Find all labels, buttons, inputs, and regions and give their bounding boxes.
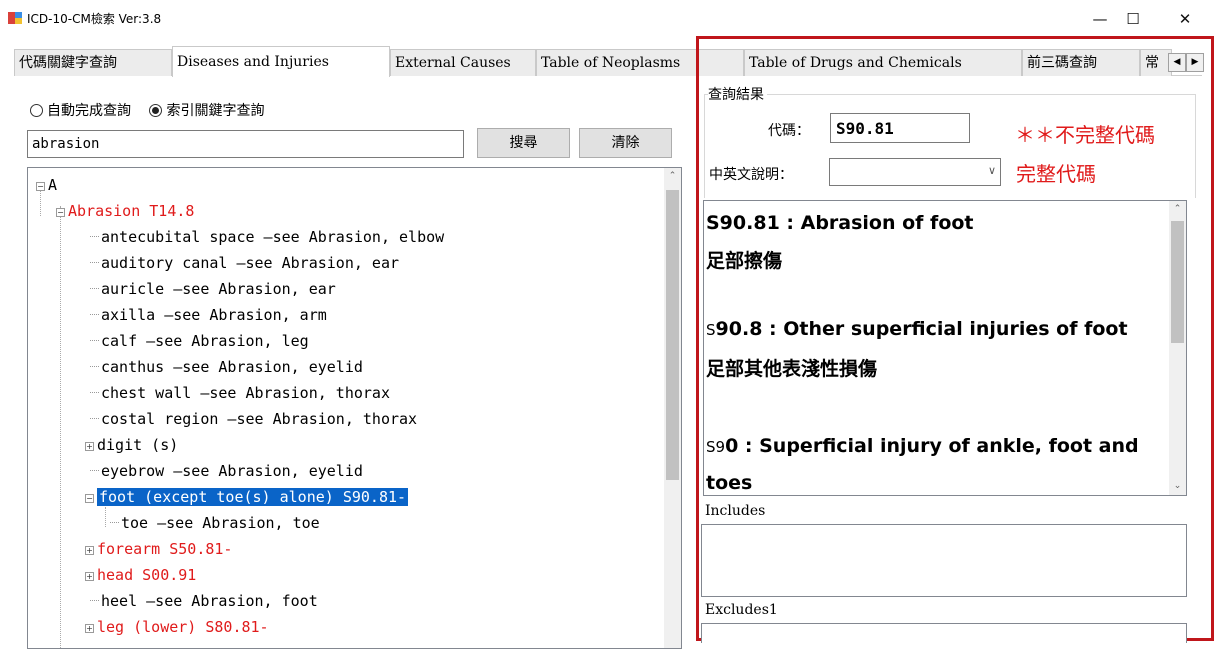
scrollbar-thumb[interactable]: [666, 190, 679, 480]
tree-row-label: axilla —see Abrasion, arm: [101, 306, 327, 324]
desc-line-zh: 足部擦傷: [706, 250, 783, 272]
expand-icon[interactable]: +: [85, 624, 94, 633]
index-tree[interactable]: − A − Abrasion T14.8 antecubital space —se…: [27, 167, 682, 649]
excludes1-label: Excludes1: [705, 602, 778, 618]
scrollbar-thumb[interactable]: [1171, 221, 1184, 343]
tree-row-leg[interactable]: + leg (lower) S80.81-: [85, 617, 269, 637]
excludes1-textbox[interactable]: [701, 623, 1187, 643]
search-mode-group: 自動完成查詢 索引關鍵字查詢: [30, 100, 264, 120]
radio-autocomplete-label: 自動完成查詢: [47, 103, 131, 119]
annotation-complete-code: 完整代碼: [1016, 162, 1096, 186]
radio-index-label: 索引關鍵字查詢: [166, 103, 265, 119]
tab-external-causes[interactable]: External Causes: [390, 49, 536, 76]
expand-icon[interactable]: +: [85, 442, 94, 451]
tree-row-label: auricle —see Abrasion, ear: [101, 280, 336, 298]
collapse-icon[interactable]: −: [85, 494, 94, 503]
radio-empty-icon: [30, 104, 43, 117]
tree-row-digit[interactable]: + digit (s): [85, 435, 178, 455]
tree-row[interactable]: axilla —see Abrasion, arm: [90, 305, 327, 325]
tree-row[interactable]: eyebrow —see Abrasion, eyelid: [90, 461, 363, 481]
tree-row-label: foot (except toe(s) alone) S90.81-: [97, 488, 409, 506]
tab-code-keyword[interactable]: 代碼關鍵字查詢: [14, 49, 172, 76]
expand-icon[interactable]: +: [85, 572, 94, 581]
title-bar: ICD-10-CM檢索 Ver:3.8 — ☐ ✕: [0, 0, 1215, 34]
tree-row[interactable]: costal region —see Abrasion, thorax: [90, 409, 417, 429]
tree-row[interactable]: auricle —see Abrasion, ear: [90, 279, 336, 299]
tree-row-head[interactable]: + head S00.91: [85, 565, 196, 585]
tree-row-label: digit (s): [97, 436, 179, 454]
tree-row-label: heel —see Abrasion, foot: [101, 592, 318, 610]
tree-row[interactable]: chest wall —see Abrasion, thorax: [90, 383, 390, 403]
radio-autocomplete[interactable]: 自動完成查詢: [30, 103, 131, 119]
tree-row[interactable]: canthus —see Abrasion, eyelid: [90, 357, 363, 377]
result-group-title: 查詢結果: [708, 84, 767, 104]
desc-line-en: S90 : Superficial injury of ankle, foot …: [706, 435, 1139, 457]
radio-index-keyword[interactable]: 索引關鍵字查詢: [149, 103, 264, 119]
description-scrollbar[interactable]: ⌃ ⌄: [1169, 201, 1186, 495]
scroll-down-icon[interactable]: ⌄: [1169, 478, 1186, 495]
tree-row-label: antecubital space —see Abrasion, elbow: [101, 228, 445, 246]
close-button[interactable]: ✕: [1165, 6, 1205, 32]
annotation-incomplete-code: ＊＊不完整代碼: [1015, 123, 1155, 147]
code-label: 代碼：: [768, 123, 810, 139]
tree-row-label: calf —see Abrasion, leg: [101, 332, 309, 350]
tree-scrollbar[interactable]: ⌃: [664, 168, 681, 648]
expand-icon[interactable]: +: [85, 546, 94, 555]
collapse-icon[interactable]: −: [36, 182, 45, 191]
includes-label: Includes: [705, 503, 766, 519]
tree-row-label: toe —see Abrasion, toe: [121, 514, 320, 532]
description-dropdown[interactable]: ∨: [829, 158, 1001, 186]
scroll-up-icon[interactable]: ⌃: [664, 168, 681, 185]
tree-row-root[interactable]: − A: [36, 175, 57, 195]
scroll-up-icon[interactable]: ⌃: [1169, 201, 1186, 218]
tree-row-label: auditory canal —see Abrasion, ear: [101, 254, 400, 272]
description-textbox[interactable]: S90.81 : Abrasion of foot 足部擦傷 S90.8 : O…: [703, 200, 1187, 496]
tree-row[interactable]: auditory canal —see Abrasion, ear: [90, 253, 399, 273]
tree-row-label: Abrasion T14.8: [68, 202, 195, 220]
collapse-icon[interactable]: −: [56, 208, 65, 217]
desc-line-en: S90.81 : Abrasion of foot: [706, 212, 974, 234]
tree-row-label: costal region —see Abrasion, thorax: [101, 410, 418, 428]
tree-row-forearm[interactable]: + forearm S50.81-: [85, 539, 232, 559]
tree-row-label: eyebrow —see Abrasion, eyelid: [101, 462, 363, 480]
clear-button[interactable]: 清除: [579, 128, 672, 158]
description-label: 中英文說明：: [709, 167, 793, 183]
tree-row-label: forearm S50.81-: [97, 540, 233, 558]
includes-textbox[interactable]: [701, 524, 1187, 597]
app-icon: [8, 12, 22, 24]
chevron-down-icon[interactable]: ∨: [988, 164, 996, 177]
search-input[interactable]: [27, 130, 464, 158]
tree-row[interactable]: toe —see Abrasion, toe: [110, 513, 320, 533]
window-title: ICD-10-CM檢索 Ver:3.8: [27, 12, 162, 26]
desc-line-zh: 足部其他表淺性損傷: [706, 358, 878, 380]
tree-row[interactable]: antecubital space —see Abrasion, elbow: [90, 227, 444, 247]
tab-diseases-injuries[interactable]: Diseases and Injuries: [172, 46, 390, 77]
tree-row-label: canthus —see Abrasion, eyelid: [101, 358, 363, 376]
tree-row[interactable]: heel —see Abrasion, foot: [90, 591, 318, 611]
maximize-button[interactable]: ☐: [1113, 6, 1153, 32]
tree-row-label: A: [48, 176, 58, 194]
desc-line-en: S90.8 : Other superficial injuries of fo…: [706, 318, 1128, 340]
tree-row-label: head S00.91: [97, 566, 197, 584]
tree-row-foot-selected[interactable]: − foot (except toe(s) alone) S90.81-: [85, 487, 409, 507]
search-button[interactable]: 搜尋: [477, 128, 570, 158]
tree-row-abrasion[interactable]: − Abrasion T14.8: [56, 201, 194, 221]
desc-line-en-cont: toes: [706, 472, 753, 494]
tree-row-label: chest wall —see Abrasion, thorax: [101, 384, 390, 402]
code-field[interactable]: S90.81: [830, 113, 970, 143]
tree-row-label: leg (lower) S80.81-: [97, 618, 269, 636]
tree-row[interactable]: calf —see Abrasion, leg: [90, 331, 309, 351]
radio-checked-icon: [149, 104, 163, 117]
